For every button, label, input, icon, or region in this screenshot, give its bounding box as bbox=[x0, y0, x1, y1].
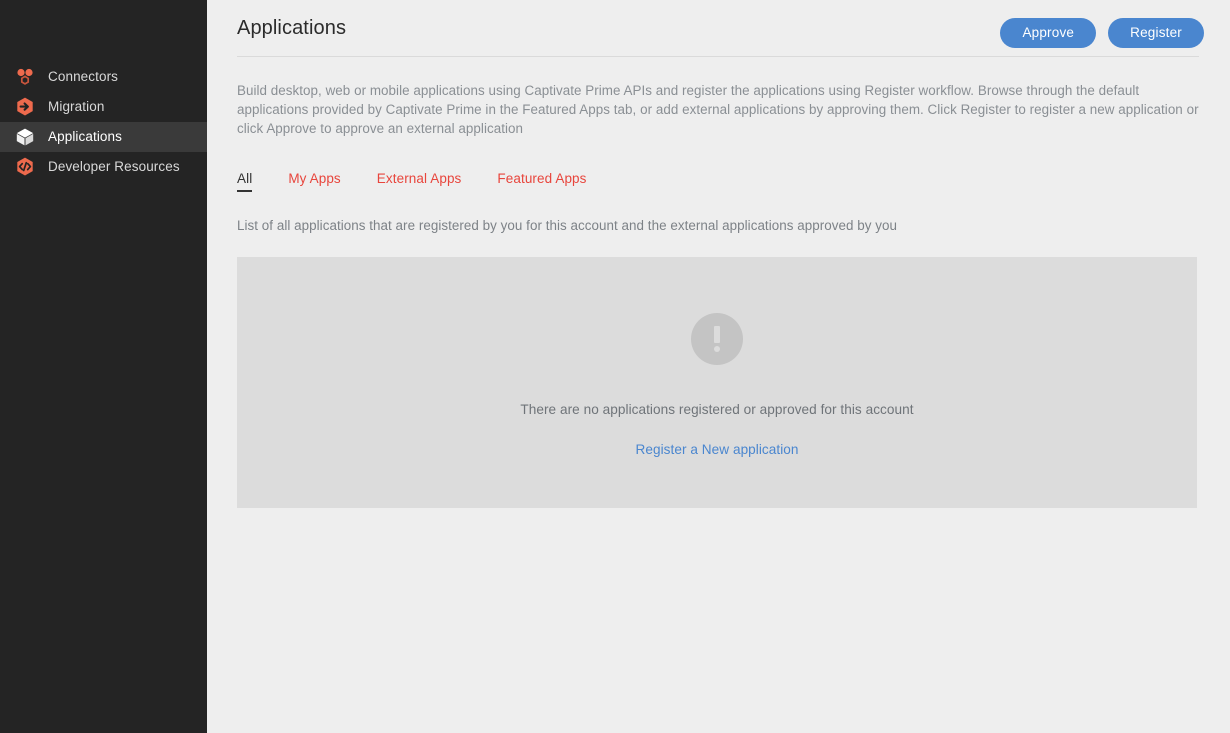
sidebar-item-label: Connectors bbox=[48, 69, 119, 85]
exclamation-bar bbox=[714, 326, 720, 343]
app-root: Connectors Migration Applications Develo… bbox=[0, 0, 1230, 733]
page-description: Build desktop, web or mobile application… bbox=[237, 83, 1199, 136]
main-content: Applications Approve Register Build desk… bbox=[207, 0, 1230, 733]
sidebar-nav-list: Connectors Migration Applications Develo… bbox=[0, 62, 207, 182]
header-divider bbox=[237, 56, 1199, 57]
tab-my-apps[interactable]: My Apps bbox=[288, 171, 340, 192]
connectors-icon bbox=[14, 66, 36, 88]
sidebar: Connectors Migration Applications Develo… bbox=[0, 0, 207, 733]
tab-all[interactable]: All bbox=[237, 171, 253, 192]
sidebar-item-label: Developer Resources bbox=[48, 159, 180, 175]
tab-bar: All My Apps External Apps Featured Apps bbox=[237, 166, 1204, 192]
tab-external-apps[interactable]: External Apps bbox=[377, 171, 462, 192]
page-header: Applications Approve Register bbox=[237, 0, 1204, 48]
exclamation-circle-icon bbox=[691, 313, 743, 365]
sidebar-item-migration[interactable]: Migration bbox=[0, 92, 207, 122]
tab-featured-apps[interactable]: Featured Apps bbox=[497, 171, 586, 192]
code-brackets-icon bbox=[14, 156, 36, 178]
header-actions: Approve Register bbox=[1000, 14, 1204, 48]
exclamation-dot bbox=[714, 346, 720, 352]
sidebar-item-developer-resources[interactable]: Developer Resources bbox=[0, 152, 207, 182]
tab-description: List of all applications that are regist… bbox=[237, 218, 898, 233]
sidebar-item-label: Applications bbox=[48, 129, 122, 145]
register-button[interactable]: Register bbox=[1108, 18, 1204, 48]
migration-icon bbox=[14, 96, 36, 118]
register-new-application-link[interactable]: Register a New application bbox=[636, 442, 799, 457]
approve-button[interactable]: Approve bbox=[1000, 18, 1097, 48]
empty-state-message: There are no applications registered or … bbox=[520, 402, 914, 417]
sidebar-item-connectors[interactable]: Connectors bbox=[0, 62, 207, 92]
sidebar-item-applications[interactable]: Applications bbox=[0, 122, 207, 152]
applications-cube-icon bbox=[14, 126, 36, 148]
page-title: Applications bbox=[237, 17, 347, 39]
exclamation-glyph bbox=[714, 326, 720, 352]
sidebar-item-label: Migration bbox=[48, 99, 105, 115]
empty-state-panel: There are no applications registered or … bbox=[237, 257, 1197, 508]
